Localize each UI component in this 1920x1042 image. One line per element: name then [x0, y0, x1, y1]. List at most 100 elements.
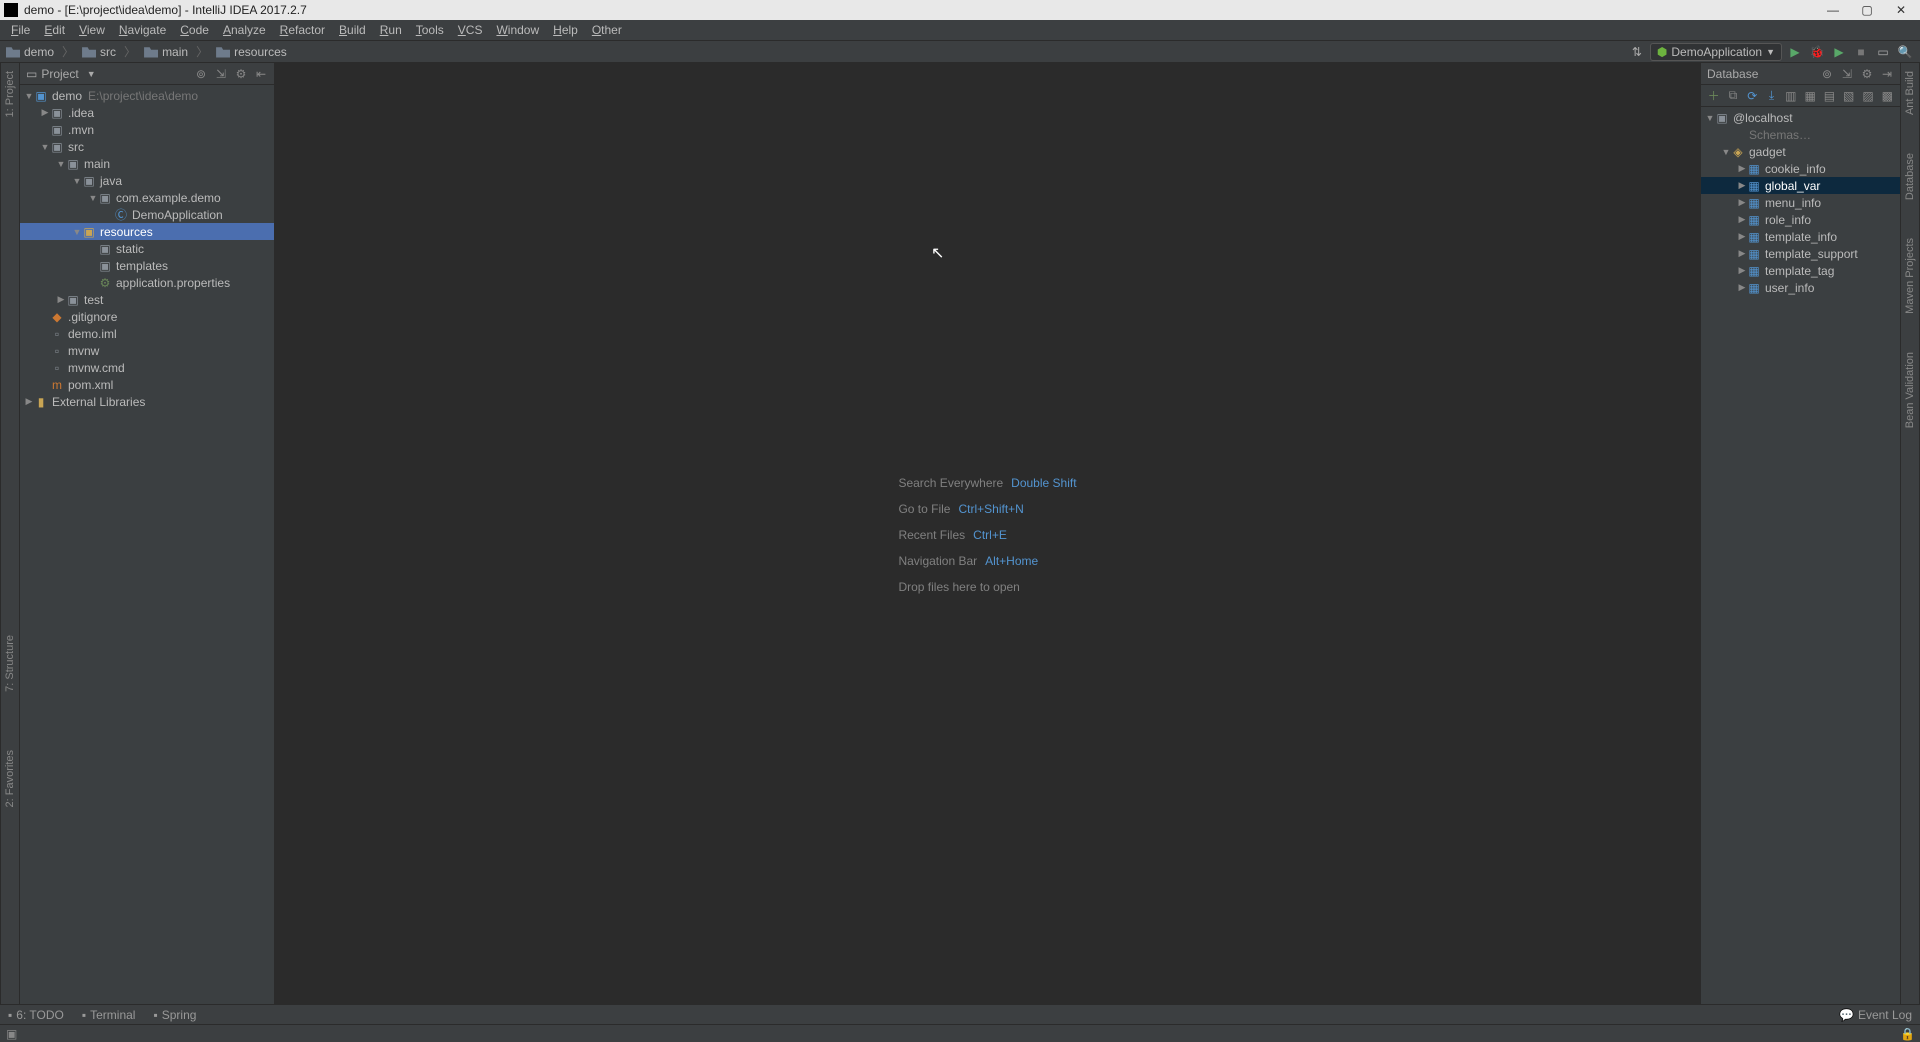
db-tree-row[interactable]: ▦role_info: [1701, 211, 1900, 228]
gutter-tab[interactable]: Ant Build: [1904, 67, 1916, 119]
stop-sync-icon[interactable]: ⤓: [1765, 89, 1778, 103]
menu-file[interactable]: File: [4, 23, 37, 37]
gutter-tab[interactable]: 2: Favorites: [4, 746, 16, 811]
tree-row[interactable]: ▣.idea: [20, 104, 274, 121]
tree-arrow-icon[interactable]: [1737, 282, 1747, 293]
menu-build[interactable]: Build: [332, 23, 373, 37]
locate-icon[interactable]: ⊚: [1820, 67, 1834, 81]
tree-arrow-icon[interactable]: [24, 396, 34, 407]
settings-icon[interactable]: ▩: [1881, 89, 1894, 103]
chevron-down-icon[interactable]: ▼: [87, 69, 96, 79]
tree-row[interactable]: ▫demo.iml: [20, 325, 274, 342]
tree-row[interactable]: ▣resources: [20, 223, 274, 240]
tree-arrow-icon[interactable]: [1721, 147, 1731, 157]
tree-arrow-icon[interactable]: [1737, 197, 1747, 208]
tree-row[interactable]: ◆.gitignore: [20, 308, 274, 325]
tree-arrow-icon[interactable]: [1737, 214, 1747, 225]
menu-window[interactable]: Window: [489, 23, 546, 37]
stop-button[interactable]: ■: [1852, 43, 1870, 61]
diagram-icon[interactable]: ▨: [1861, 89, 1874, 103]
tree-row[interactable]: ▮External Libraries: [20, 393, 274, 410]
maximize-button[interactable]: ▢: [1860, 3, 1874, 17]
menu-refactor[interactable]: Refactor: [273, 23, 332, 37]
db-tree-row[interactable]: ▦template_support: [1701, 245, 1900, 262]
hide-icon[interactable]: ⇤: [254, 67, 268, 81]
db-tree-row[interactable]: ▦template_tag: [1701, 262, 1900, 279]
tree-row[interactable]: ⒸDemoApplication: [20, 206, 274, 223]
tree-arrow-icon[interactable]: [1705, 113, 1715, 123]
breadcrumb-item[interactable]: main: [144, 45, 188, 59]
filter-icon[interactable]: ▥: [1784, 89, 1797, 103]
gutter-tab[interactable]: Database: [1904, 149, 1916, 204]
collapse-icon[interactable]: ⇲: [214, 67, 228, 81]
gutter-tab[interactable]: 7: Structure: [4, 631, 16, 696]
menu-code[interactable]: Code: [173, 23, 216, 37]
duplicate-icon[interactable]: ⧉: [1726, 89, 1739, 103]
bottom-tab-todo[interactable]: ▪6: TODO: [8, 1008, 64, 1022]
gear-icon[interactable]: ⚙: [1860, 67, 1874, 81]
gutter-tab[interactable]: Bean Validation: [1904, 348, 1916, 432]
tree-row[interactable]: ▣com.example.demo: [20, 189, 274, 206]
breadcrumb-item[interactable]: demo: [6, 45, 54, 59]
tree-row[interactable]: ▣test: [20, 291, 274, 308]
locate-icon[interactable]: ⊚: [194, 67, 208, 81]
menu-view[interactable]: View: [72, 23, 112, 37]
tree-row[interactable]: ▣src: [20, 138, 274, 155]
project-structure-icon[interactable]: ▭: [1874, 43, 1892, 61]
tree-arrow-icon[interactable]: [1737, 180, 1747, 191]
tree-row[interactable]: ▫mvnw.cmd: [20, 359, 274, 376]
add-icon[interactable]: ＋: [1707, 89, 1720, 103]
project-tree[interactable]: ▣demoE:\project\idea\demo▣.idea▣.mvn▣src…: [20, 85, 274, 1004]
tree-row[interactable]: ▣templates: [20, 257, 274, 274]
tree-arrow-icon[interactable]: [1737, 163, 1747, 174]
tree-arrow-icon[interactable]: [1737, 265, 1747, 276]
lock-icon[interactable]: 🔒: [1900, 1027, 1914, 1041]
collapse-icon[interactable]: ⇲: [1840, 67, 1854, 81]
table-icon[interactable]: ▦: [1803, 89, 1816, 103]
debug-button[interactable]: 🐞: [1808, 43, 1826, 61]
breadcrumb-item[interactable]: resources: [216, 45, 287, 59]
menu-run[interactable]: Run: [373, 23, 409, 37]
menu-vcs[interactable]: VCS: [451, 23, 490, 37]
menu-edit[interactable]: Edit: [37, 23, 72, 37]
console-icon[interactable]: ▤: [1823, 89, 1836, 103]
tool-windows-icon[interactable]: ▣: [6, 1027, 20, 1041]
tree-row[interactable]: ▣demoE:\project\idea\demo: [20, 87, 274, 104]
db-tree-row[interactable]: ▣@localhost: [1701, 109, 1900, 126]
tree-row[interactable]: ▫mvnw: [20, 342, 274, 359]
db-tree-row[interactable]: ▦template_info: [1701, 228, 1900, 245]
tree-row[interactable]: ⚙application.properties: [20, 274, 274, 291]
tree-row[interactable]: mpom.xml: [20, 376, 274, 393]
db-tree-row[interactable]: ▦user_info: [1701, 279, 1900, 296]
gear-icon[interactable]: ⚙: [234, 67, 248, 81]
bottom-tab-eventlog[interactable]: 💬Event Log: [1839, 1008, 1912, 1022]
tree-arrow-icon[interactable]: [40, 107, 50, 118]
db-tree-row[interactable]: ▦menu_info: [1701, 194, 1900, 211]
hide-icon[interactable]: ⇥: [1880, 67, 1894, 81]
bottom-tab-spring[interactable]: ▪Spring: [153, 1008, 196, 1022]
menu-other[interactable]: Other: [585, 23, 629, 37]
menu-navigate[interactable]: Navigate: [112, 23, 173, 37]
ddl-icon[interactable]: ▧: [1842, 89, 1855, 103]
tree-row[interactable]: ▣static: [20, 240, 274, 257]
run-button[interactable]: ▶: [1786, 43, 1804, 61]
database-tree[interactable]: ▣@localhostSchemas…◈gadget▦cookie_info▦g…: [1701, 107, 1900, 1004]
gutter-tab[interactable]: Maven Projects: [1904, 234, 1916, 318]
tree-arrow-icon[interactable]: [56, 159, 66, 169]
db-tree-row[interactable]: Schemas…: [1701, 126, 1900, 143]
gutter-tab[interactable]: 1: Project: [4, 67, 16, 121]
minimize-button[interactable]: —: [1826, 3, 1840, 17]
close-button[interactable]: ✕: [1894, 3, 1908, 17]
run-coverage-button[interactable]: ▶: [1830, 43, 1848, 61]
run-configuration-selector[interactable]: ⬢ DemoApplication ▼: [1650, 43, 1782, 61]
menu-help[interactable]: Help: [546, 23, 585, 37]
tree-arrow-icon[interactable]: [72, 227, 82, 237]
tree-arrow-icon[interactable]: [88, 193, 98, 203]
tree-arrow-icon[interactable]: [40, 142, 50, 152]
tree-row[interactable]: ▣main: [20, 155, 274, 172]
tree-row[interactable]: ▣java: [20, 172, 274, 189]
tree-row[interactable]: ▣.mvn: [20, 121, 274, 138]
tree-arrow-icon[interactable]: [24, 91, 34, 101]
tree-arrow-icon[interactable]: [56, 294, 66, 305]
breadcrumb-item[interactable]: src: [82, 45, 116, 59]
